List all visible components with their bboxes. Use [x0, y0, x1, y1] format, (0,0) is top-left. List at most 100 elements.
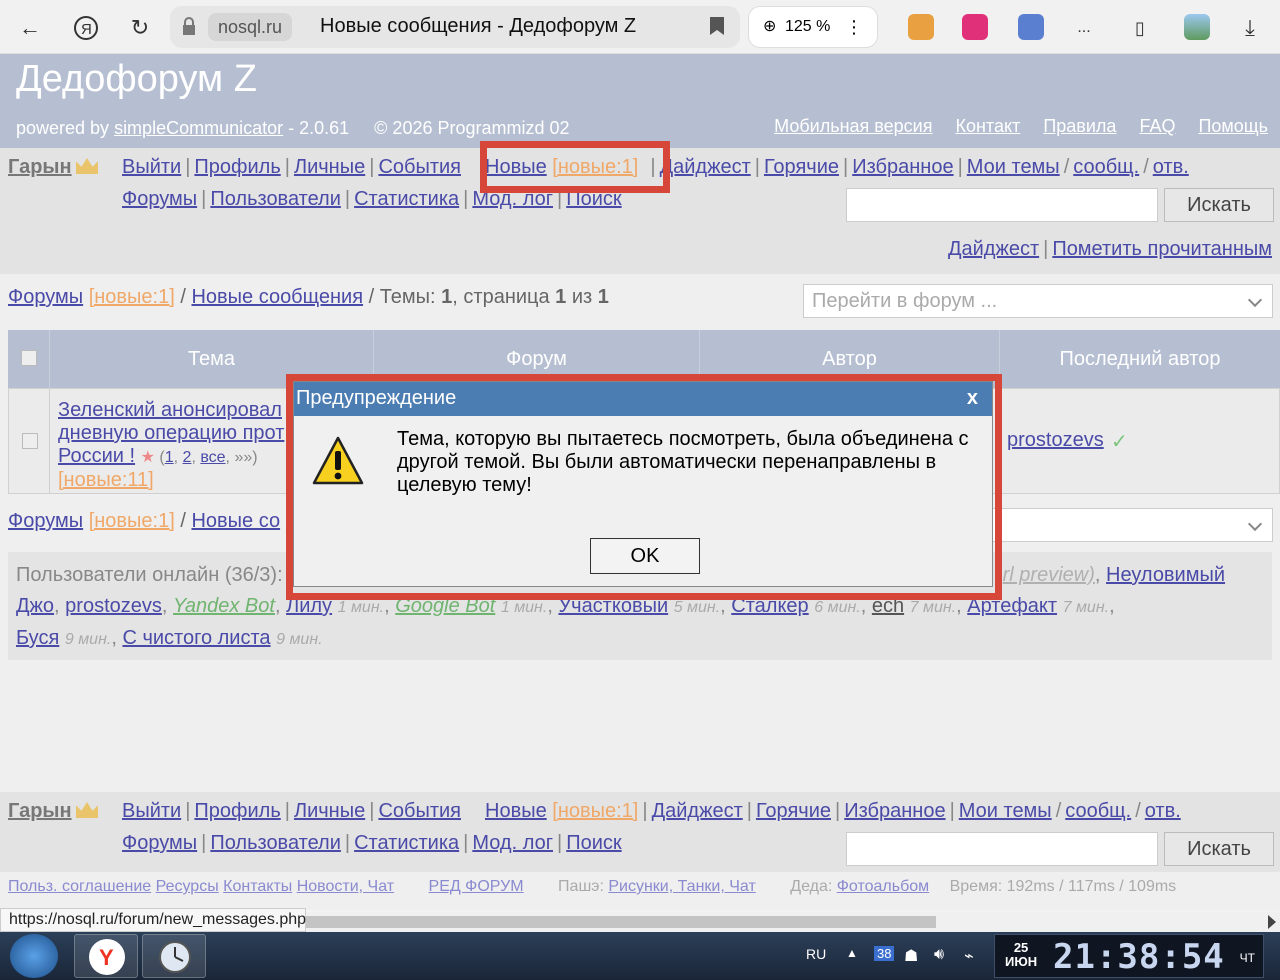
private-link[interactable]: Личные: [294, 156, 365, 178]
contact-link[interactable]: Контакт: [956, 116, 1021, 136]
help-link[interactable]: Помощь: [1198, 116, 1268, 136]
ok-button[interactable]: OK: [590, 538, 700, 574]
more-extensions[interactable]: ...: [1066, 10, 1102, 46]
username-link[interactable]: Гарын: [8, 800, 72, 823]
my-replies-link[interactable]: отв.: [1153, 156, 1189, 178]
search-input[interactable]: [846, 188, 1158, 222]
footer-news[interactable]: Новости, Чат: [297, 878, 394, 895]
power-icon[interactable]: ⌁: [964, 946, 974, 966]
hot-link[interactable]: Горячие: [764, 156, 839, 178]
footer-deda-links[interactable]: Фотоальбом: [837, 878, 929, 895]
extension-compass-icon[interactable]: [1018, 14, 1044, 40]
page-link-2[interactable]: 2: [183, 449, 192, 466]
online-user[interactable]: Неуловимый: [1106, 564, 1225, 586]
extension-spy-icon[interactable]: [908, 14, 934, 40]
address-bar[interactable]: nosql.ru Новые сообщения - Дедофорум Z: [170, 6, 740, 48]
online-user[interactable]: prostozevs: [65, 595, 162, 617]
search-input-bottom[interactable]: [846, 832, 1158, 866]
new-count-link[interactable]: [новые:1]: [552, 800, 638, 822]
zoom-control[interactable]: ⊕ 125 % ⋮: [748, 6, 878, 48]
username-link[interactable]: Гарын: [8, 156, 72, 179]
url-host[interactable]: nosql.ru: [208, 13, 293, 41]
mark-read-link[interactable]: Пометить прочитанным: [1052, 238, 1272, 260]
my-topics-link[interactable]: Мои темы: [959, 800, 1052, 822]
scroll-right-icon[interactable]: [1268, 915, 1276, 929]
page-link-1[interactable]: 1: [165, 449, 174, 466]
close-button[interactable]: x: [967, 382, 978, 414]
forum-jump-select-bottom[interactable]: [990, 508, 1273, 542]
taskbar-clock-app[interactable]: [142, 934, 206, 978]
language-indicator[interactable]: RU: [806, 946, 826, 962]
page-link-all[interactable]: все: [200, 449, 225, 466]
my-posts-link[interactable]: сообщ.: [1073, 156, 1139, 178]
start-button[interactable]: [10, 934, 58, 978]
download-icon[interactable]: ⤓: [1232, 10, 1268, 46]
search-button[interactable]: Искать: [1164, 188, 1274, 222]
extension-adblock-icon[interactable]: [962, 14, 988, 40]
my-posts-link[interactable]: сообщ.: [1065, 800, 1131, 822]
header-last-author[interactable]: Последний автор: [1000, 330, 1280, 388]
stats-link[interactable]: Статистика: [354, 832, 459, 854]
private-link[interactable]: Личные: [294, 800, 365, 822]
breadcrumb-new-count[interactable]: [новые:1]: [89, 286, 175, 308]
yandex-icon[interactable]: Я: [68, 10, 104, 46]
online-bot[interactable]: Yandex Bot: [173, 595, 275, 617]
hot-link[interactable]: Горячие: [756, 800, 831, 822]
tray-badge[interactable]: 38: [874, 946, 895, 961]
users-link[interactable]: Пользователи: [210, 188, 341, 210]
topic-title-line-1[interactable]: Зеленский анонсировал: [58, 399, 282, 421]
stats-link[interactable]: Статистика: [354, 188, 459, 210]
online-user[interactable]: С чистого листа: [122, 627, 270, 649]
volume-icon[interactable]: 🔊︎: [934, 946, 944, 964]
topic-new-count[interactable]: [новые:11]: [58, 469, 154, 491]
bookmark-icon[interactable]: [710, 17, 724, 35]
logout-link[interactable]: Выйти: [122, 156, 181, 178]
mobile-version-link[interactable]: Мобильная версия: [774, 116, 932, 136]
taskbar-yandex-browser[interactable]: Y: [74, 934, 138, 978]
clock-widget[interactable]: 25 ИЮН 21:38:54 ЧТ: [994, 934, 1264, 978]
forums-link[interactable]: Форумы: [122, 832, 197, 854]
row-checkbox[interactable]: [22, 433, 38, 449]
my-topics-link[interactable]: Мои темы: [967, 156, 1060, 178]
footer-contacts[interactable]: Контакты: [223, 878, 292, 895]
search-link[interactable]: Поиск: [566, 832, 621, 854]
select-all-checkbox[interactable]: [21, 350, 37, 366]
online-user[interactable]: Джо: [16, 595, 54, 617]
footer-resources[interactable]: Ресурсы: [156, 878, 219, 895]
breadcrumb-new-messages[interactable]: Новые сообщения: [191, 286, 363, 308]
users-link[interactable]: Пользователи: [210, 832, 341, 854]
online-user[interactable]: Буся: [16, 627, 59, 649]
events-link[interactable]: События: [378, 800, 461, 822]
logout-link[interactable]: Выйти: [122, 800, 181, 822]
footer-red-forum[interactable]: РЕД ФОРУМ: [429, 878, 524, 895]
tray-expand-icon[interactable]: ▲: [846, 946, 858, 960]
breadcrumb-new-count-bottom[interactable]: [новые:1]: [89, 510, 175, 532]
rules-link[interactable]: Правила: [1043, 116, 1116, 136]
network-user-icon[interactable]: ☗: [904, 946, 918, 966]
forums-link[interactable]: Форумы: [122, 188, 197, 210]
topic-title-line-3[interactable]: России !: [58, 445, 135, 467]
powered-link[interactable]: simpleCommunicator: [114, 118, 283, 138]
breadcrumb-forums-bottom[interactable]: Форумы: [8, 510, 83, 532]
digest-link[interactable]: Дайджест: [652, 800, 743, 822]
online-hidden-tail[interactable]: rl preview): [1003, 564, 1095, 586]
search-button-bottom[interactable]: Искать: [1164, 832, 1274, 866]
scrollbar-thumb[interactable]: [306, 916, 936, 928]
digest-link[interactable]: Дайджест: [660, 156, 751, 178]
events-link[interactable]: События: [378, 156, 461, 178]
topic-title-line-2[interactable]: дневную операцию прот: [58, 422, 284, 444]
faq-link[interactable]: FAQ: [1139, 116, 1175, 136]
reload-icon[interactable]: ↻: [122, 10, 158, 46]
profile-avatar-icon[interactable]: [1184, 14, 1210, 40]
profile-link[interactable]: Профиль: [194, 800, 280, 822]
footer-pashe-links[interactable]: Рисунки, Танки, Чат: [608, 878, 755, 895]
profile-link[interactable]: Профиль: [194, 156, 280, 178]
modlog-link[interactable]: Мод. лог: [472, 832, 553, 854]
new-link[interactable]: Новые: [485, 800, 547, 822]
breadcrumb-new-messages-bottom[interactable]: Новые со: [191, 510, 280, 532]
back-icon[interactable]: ←: [12, 10, 48, 46]
my-replies-link[interactable]: отв.: [1145, 800, 1181, 822]
favorites-link[interactable]: Избранное: [844, 800, 945, 822]
horizontal-scrollbar[interactable]: [306, 912, 1280, 932]
reader-icon[interactable]: ▯: [1122, 10, 1158, 46]
